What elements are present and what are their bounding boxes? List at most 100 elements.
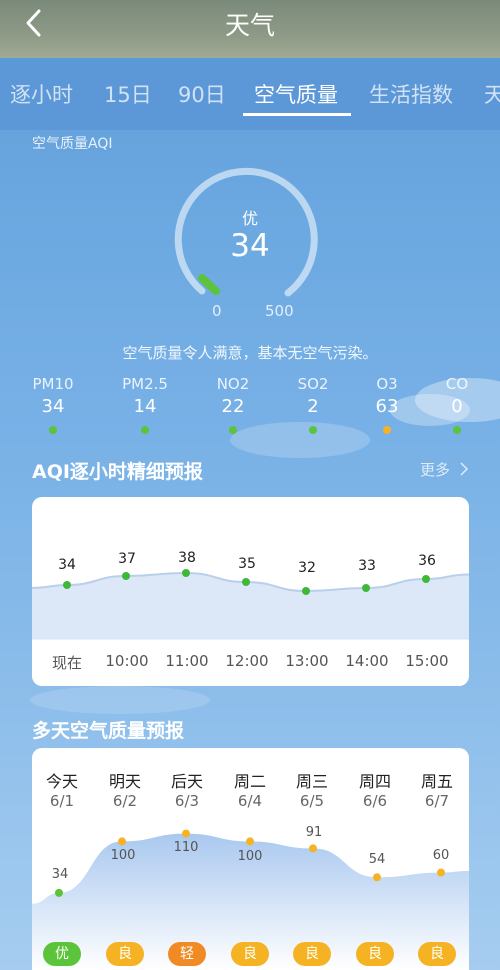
pollutant-value: 2 bbox=[307, 396, 319, 417]
day-name: 今天 bbox=[45, 772, 78, 791]
gauge-min-label: 0 bbox=[212, 302, 222, 320]
pollutant-value: 34 bbox=[41, 396, 65, 417]
pollutant-status-dot bbox=[49, 426, 57, 434]
pollutant-o3: O3 63 bbox=[352, 375, 422, 434]
daily-value: 91 bbox=[305, 825, 323, 840]
tab-more-truncated[interactable]: 天 bbox=[484, 79, 500, 109]
aqi-description: 空气质量令人满意，基本无空气污染。 bbox=[122, 344, 378, 362]
pollutant-name: PM2.5 bbox=[122, 375, 168, 393]
pollutant-pm10: PM10 34 bbox=[18, 375, 88, 434]
daily-point bbox=[55, 888, 63, 897]
page-title: 天气 bbox=[224, 11, 275, 40]
day-name: 周三 bbox=[295, 772, 328, 791]
day-date: 6/5 bbox=[299, 792, 325, 810]
pollutant-status-dot bbox=[141, 426, 149, 434]
pollutant-name: NO2 bbox=[216, 375, 250, 393]
hourly-point bbox=[302, 587, 310, 595]
hourly-point bbox=[422, 575, 430, 583]
day-date: 6/1 bbox=[49, 792, 75, 810]
tab-life-index[interactable]: 生活指数 bbox=[369, 79, 453, 109]
pollutant-so2: SO2 2 bbox=[278, 375, 348, 434]
day-name: 明天 bbox=[108, 772, 141, 791]
day-date: 6/7 bbox=[424, 792, 450, 810]
hourly-value: 35 bbox=[238, 556, 256, 572]
pollutant-pm25: PM2.5 14 bbox=[110, 375, 180, 434]
daily-value: 60 bbox=[432, 848, 450, 863]
daily-point bbox=[373, 873, 381, 882]
aqi-level-badge: 良 bbox=[293, 942, 331, 966]
tab-15-days[interactable]: 15日 bbox=[104, 79, 152, 109]
pollutant-value: 63 bbox=[375, 396, 399, 417]
daily-section-title: 多天空气质量预报 bbox=[32, 720, 185, 742]
chevron-right-icon bbox=[460, 462, 468, 476]
pollutant-no2: NO2 22 bbox=[198, 375, 268, 434]
more-link[interactable]: 更多 bbox=[420, 459, 469, 480]
day-name: 周五 bbox=[420, 772, 453, 791]
daily-value: 34 bbox=[51, 867, 69, 882]
pollutant-name: CO bbox=[445, 375, 469, 393]
pollutant-status-dot bbox=[383, 426, 391, 434]
daily-point bbox=[182, 829, 190, 838]
hourly-point bbox=[242, 578, 250, 586]
hourly-time: 10:00 bbox=[105, 652, 149, 670]
aqi-level-badge: 良 bbox=[106, 942, 144, 966]
hourly-value: 33 bbox=[358, 558, 376, 574]
aqi-level-badge: 轻 bbox=[168, 942, 206, 966]
aqi-section-label: 空气质量AQI bbox=[32, 136, 113, 152]
aqi-level-badge: 良 bbox=[418, 942, 456, 966]
hourly-section-title: AQI逐小时精细预报 bbox=[32, 461, 203, 483]
pollutant-name: PM10 bbox=[32, 375, 74, 393]
pollutant-status-dot bbox=[453, 426, 461, 434]
aqi-level-badge: 良 bbox=[356, 942, 394, 966]
gauge-max-label: 500 bbox=[265, 302, 294, 320]
hourly-time: 11:00 bbox=[165, 652, 209, 670]
hourly-time: 13:00 bbox=[285, 652, 329, 670]
pollutant-value: 0 bbox=[451, 396, 463, 417]
pollutant-name: O3 bbox=[376, 375, 398, 393]
aqi-level-badge: 良 bbox=[231, 942, 269, 966]
day-date: 6/4 bbox=[237, 792, 263, 810]
pollutant-status-dot bbox=[309, 426, 317, 434]
daily-value: 110 bbox=[173, 840, 199, 855]
more-label: 更多 bbox=[420, 461, 451, 479]
tab-bar: 逐小时 15日 90日 空气质量 生活指数 天 bbox=[0, 58, 500, 130]
day-date: 6/2 bbox=[112, 792, 138, 810]
daily-point bbox=[437, 868, 445, 877]
hourly-value: 36 bbox=[418, 553, 436, 569]
hourly-time: 14:00 bbox=[345, 652, 389, 670]
daily-value: 100 bbox=[237, 849, 263, 864]
hourly-value: 32 bbox=[298, 560, 316, 576]
day-name: 后天 bbox=[170, 772, 203, 791]
aqi-level-badge: 优 bbox=[43, 942, 81, 966]
tab-90-days[interactable]: 90日 bbox=[178, 79, 226, 109]
active-tab-indicator bbox=[243, 113, 351, 116]
aqi-value: 34 bbox=[230, 228, 270, 264]
tab-hourly[interactable]: 逐小时 bbox=[10, 79, 73, 109]
day-date: 6/6 bbox=[362, 792, 388, 810]
daily-value: 100 bbox=[110, 848, 136, 863]
pollutant-value: 22 bbox=[221, 396, 245, 417]
hourly-value: 37 bbox=[118, 551, 136, 567]
hourly-value: 34 bbox=[58, 557, 76, 573]
hourly-point bbox=[63, 581, 71, 589]
tab-air-quality[interactable]: 空气质量 bbox=[254, 79, 338, 109]
hourly-time: 12:00 bbox=[225, 652, 269, 670]
daily-point bbox=[118, 837, 126, 846]
aqi-category: 优 bbox=[241, 209, 258, 228]
hourly-point bbox=[182, 569, 190, 577]
daily-point bbox=[309, 844, 317, 853]
daily-point bbox=[246, 837, 254, 846]
hourly-point bbox=[122, 572, 130, 580]
hourly-value: 38 bbox=[178, 550, 196, 566]
daily-value: 54 bbox=[368, 852, 386, 867]
hourly-time: 现在 bbox=[51, 654, 82, 672]
pollutant-co: CO 0 bbox=[422, 375, 492, 434]
pollutant-status-dot bbox=[229, 426, 237, 434]
pollutant-name: SO2 bbox=[297, 375, 329, 393]
top-bar: 天气 bbox=[0, 0, 500, 58]
pollutant-value: 14 bbox=[133, 396, 157, 417]
day-name: 周四 bbox=[358, 772, 391, 791]
day-date: 6/3 bbox=[174, 792, 200, 810]
hourly-point bbox=[362, 584, 370, 592]
aqi-gauge: 优 34 bbox=[170, 160, 330, 320]
